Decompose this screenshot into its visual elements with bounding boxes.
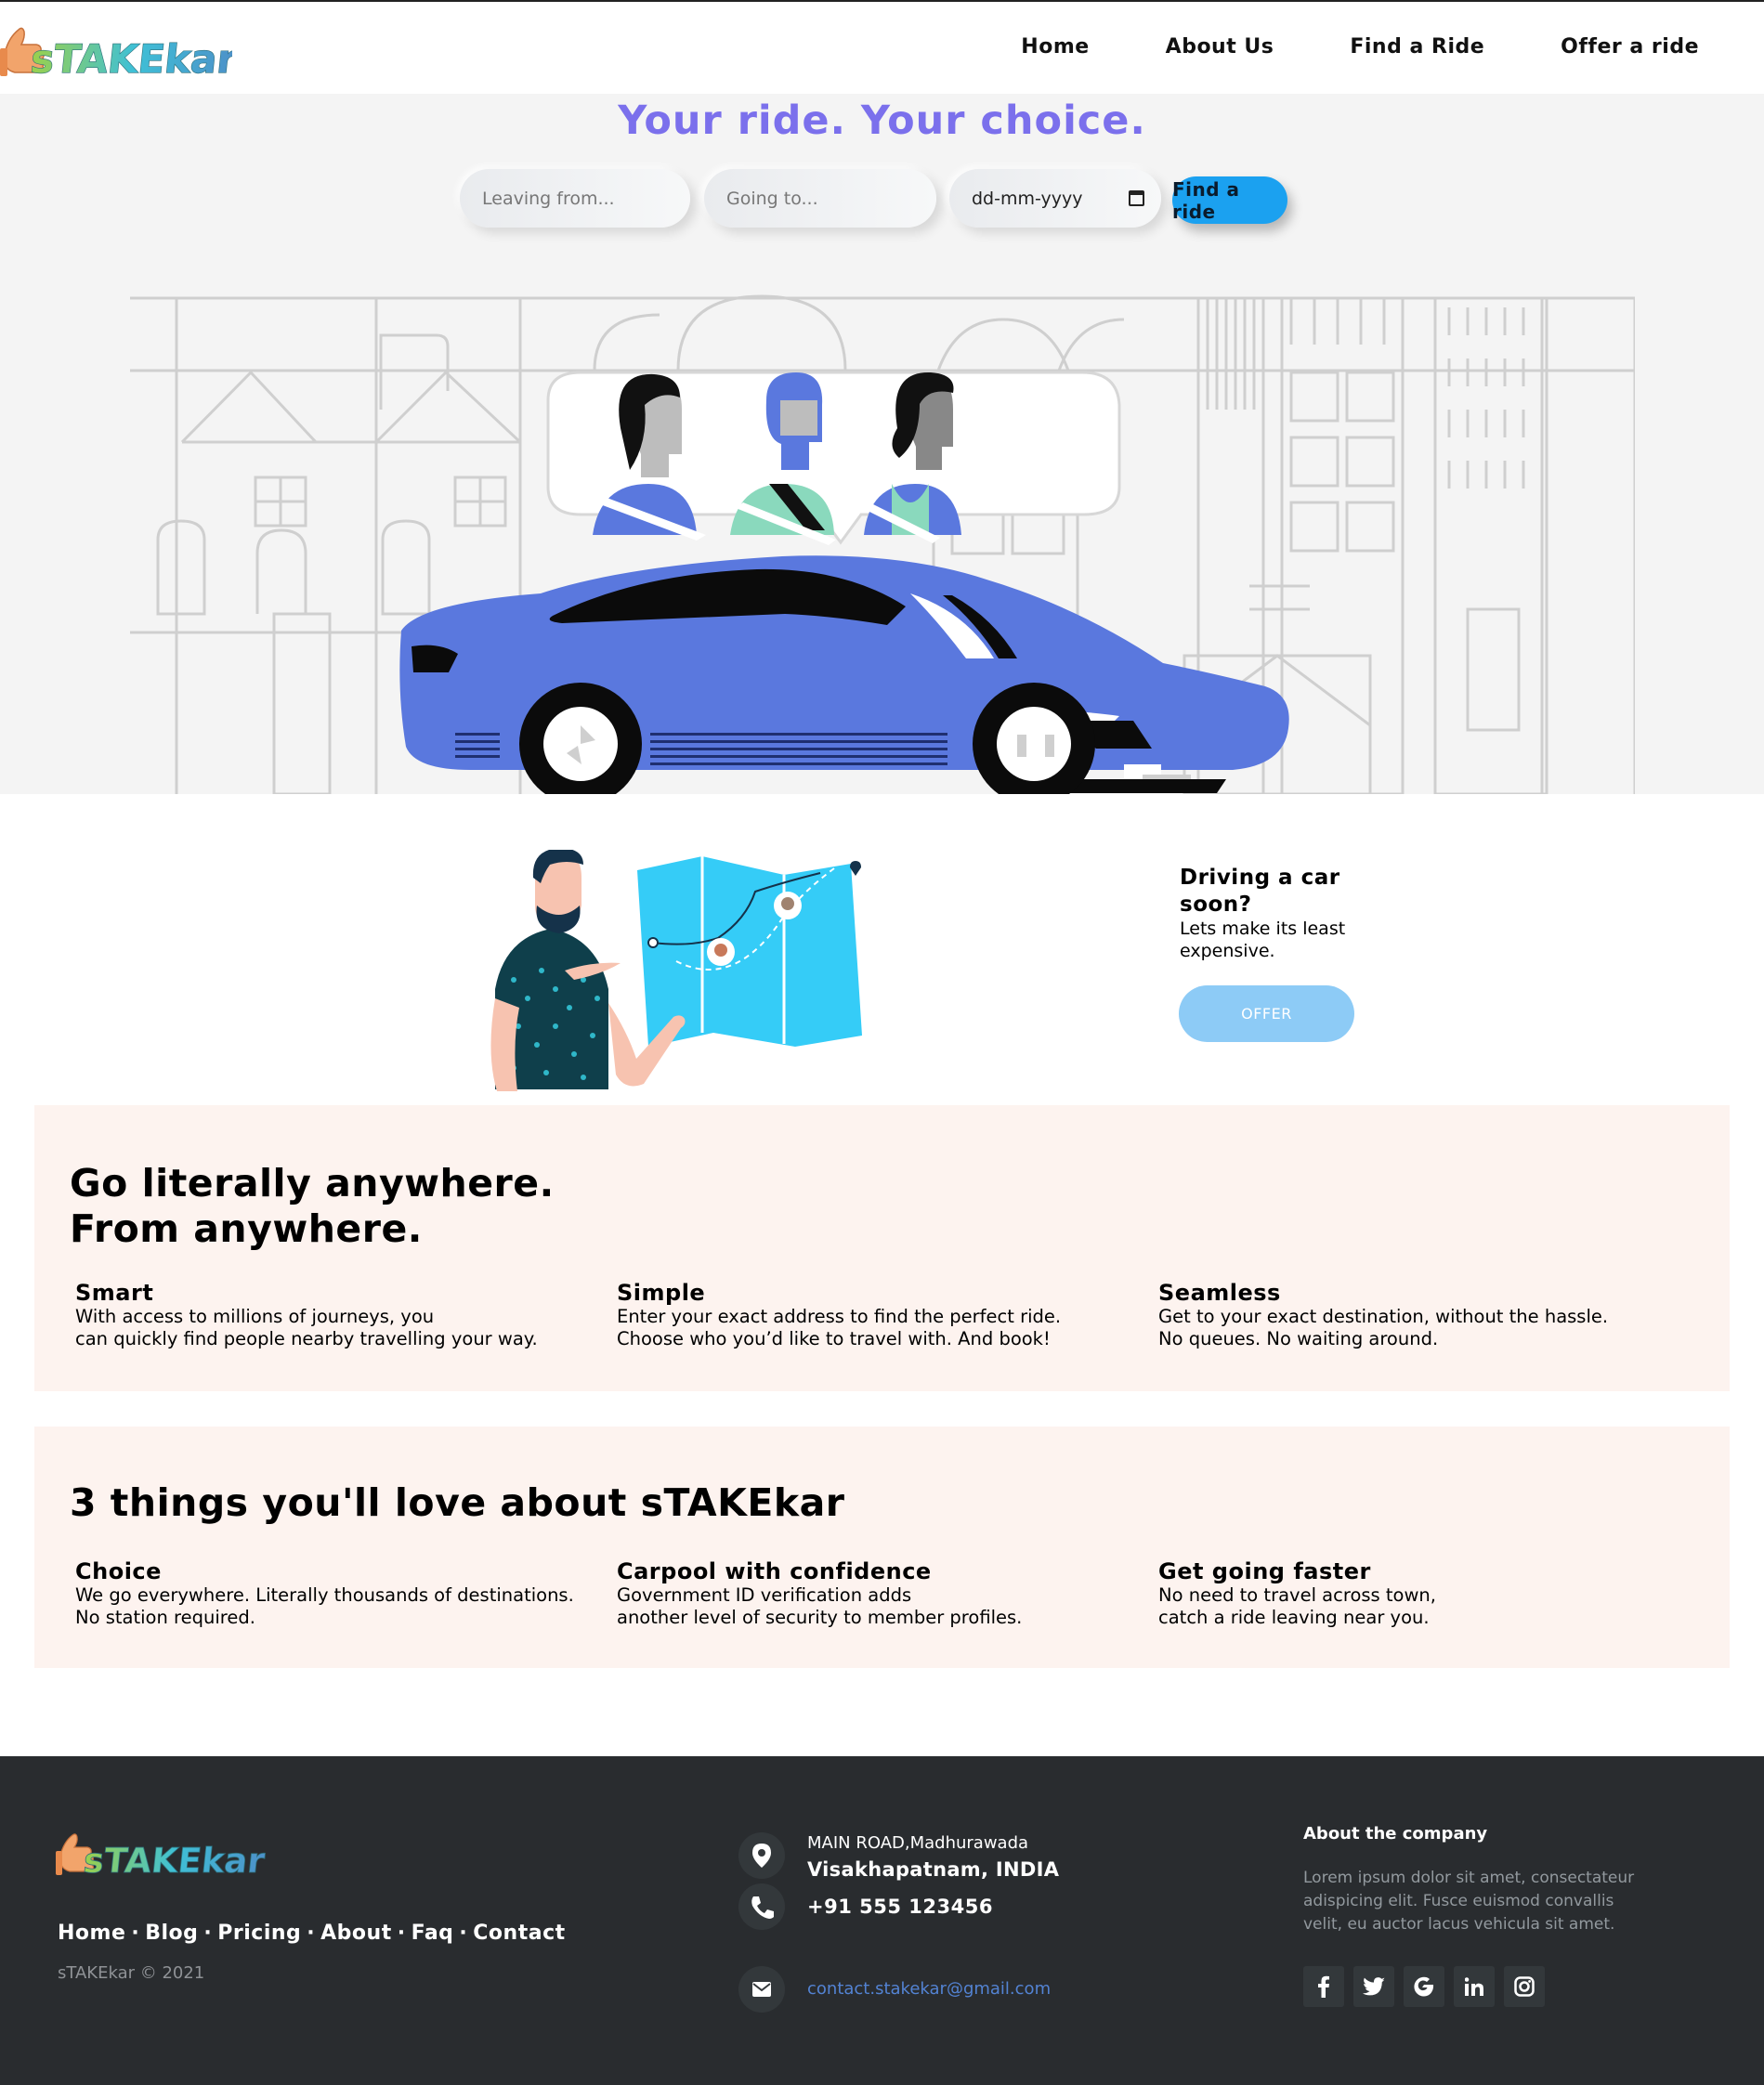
leaving-from-placeholder: Leaving from... <box>482 188 615 209</box>
feature-text-line: Enter your exact address to find the per… <box>617 1306 1062 1327</box>
footer-link-home[interactable]: Home <box>58 1922 125 1945</box>
link-separator: · <box>397 1922 406 1945</box>
footer: sTAKEkar Home · Blog · Pricing · About · Faq · Con… <box>0 1756 1764 2085</box>
hero-car-illustration <box>130 294 1635 794</box>
go-anywhere-heading: Go literally anywhere. From anywhere. <box>70 1161 555 1252</box>
hero-section: Your ride. Your choice. Leaving from... … <box>0 94 1764 794</box>
find-ride-button[interactable]: Find a ride <box>1172 176 1287 224</box>
heading-line-2: From anywhere. <box>70 1206 423 1251</box>
email-link[interactable]: contact.stakekar@gmail.com <box>807 1979 1051 1999</box>
phone-number: +91 555 123456 <box>807 1896 993 1918</box>
feature-text-line: No station required. <box>75 1607 255 1628</box>
feature-text-line: Government ID verification adds <box>617 1584 912 1606</box>
leaving-from-input[interactable]: Leaving from... <box>460 169 690 228</box>
heading-line-1: Go literally anywhere. <box>70 1161 555 1205</box>
feature-title: Get going faster <box>1158 1558 1371 1584</box>
feature-text-line: We go everywhere. Literally thousands of… <box>75 1584 574 1606</box>
feature-title: Carpool with confidence <box>617 1558 932 1584</box>
address-line-1: MAIN ROAD,Madhurawada <box>807 1833 1029 1853</box>
nav-home[interactable]: Home <box>1021 35 1089 59</box>
feature-carpool-confidence: Carpool with confidence Government ID ve… <box>617 1558 1137 1629</box>
instagram-icon[interactable] <box>1504 1966 1545 2007</box>
social-links <box>1303 1966 1545 2007</box>
about-company-text: Lorem ipsum dolor sit amet, consectateur… <box>1303 1869 1635 1934</box>
offer-button[interactable]: OFFER <box>1179 985 1354 1042</box>
footer-link-contact[interactable]: Contact <box>473 1922 565 1945</box>
feature-text-line: No need to travel across town, <box>1158 1584 1436 1606</box>
feature-simple: Simple Enter your exact address to find … <box>617 1280 1137 1350</box>
facebook-icon[interactable] <box>1303 1966 1344 2007</box>
copyright: sTAKEkar © 2021 <box>58 1963 205 1983</box>
going-to-input[interactable]: Going to... <box>704 169 936 228</box>
location-pin-icon <box>738 1832 785 1879</box>
brand-logo[interactable]: sTAKEkar sTAKEkar <box>0 19 232 84</box>
going-to-placeholder: Going to... <box>726 188 818 209</box>
link-separator: · <box>307 1922 316 1945</box>
linkedin-icon[interactable] <box>1454 1966 1495 2007</box>
link-separator: · <box>203 1922 213 1945</box>
nav-menu: Home About Us Find a Ride Offer a ride <box>1021 35 1699 59</box>
footer-links: Home · Blog · Pricing · About · Faq · Contact <box>58 1922 566 1945</box>
nav-offer-a-ride[interactable]: Offer a ride <box>1561 35 1699 59</box>
envelope-icon <box>738 1966 785 2013</box>
feature-get-going-faster: Get going faster No need to travel acros… <box>1158 1558 1679 1629</box>
feature-title: Smart <box>75 1280 154 1306</box>
footer-link-pricing[interactable]: Pricing <box>217 1922 301 1945</box>
calendar-icon[interactable] <box>1129 190 1144 206</box>
map-guide-illustration <box>490 850 862 1091</box>
feature-text-line: another level of security to member prof… <box>617 1607 1023 1628</box>
offer-title: Driving a car soon? <box>1180 866 1340 917</box>
feature-choice: Choice We go everywhere. Literally thous… <box>75 1558 595 1629</box>
footer-brand-logo[interactable]: sTAKEkar <box>56 1826 269 1882</box>
navbar: sTAKEkar sTAKEkar Home About Us Find a R… <box>0 2 1764 94</box>
feature-text-line: Get to your exact destination, without t… <box>1158 1306 1609 1327</box>
footer-link-blog[interactable]: Blog <box>145 1922 198 1945</box>
feature-text-line: No queues. No waiting around. <box>1158 1328 1439 1349</box>
feature-title: Seamless <box>1158 1280 1281 1306</box>
feature-title: Choice <box>75 1558 162 1584</box>
link-separator: · <box>459 1922 468 1945</box>
feature-seamless: Seamless Get to your exact destination, … <box>1158 1280 1679 1350</box>
feature-title: Simple <box>617 1280 706 1306</box>
twitter-icon[interactable] <box>1353 1966 1394 2007</box>
go-anywhere-section: Go literally anywhere. From anywhere. Sm… <box>34 1105 1730 1391</box>
feature-text-line: can quickly find people nearby travellin… <box>75 1328 538 1349</box>
google-icon[interactable] <box>1404 1966 1444 2007</box>
hero-title: Your ride. Your choice. <box>618 98 1146 144</box>
link-separator: · <box>131 1922 140 1945</box>
nav-about-us[interactable]: About Us <box>1166 35 1274 59</box>
feature-text-line: Choose who you’d like to travel with. An… <box>617 1328 1051 1349</box>
about-company-title: About the company <box>1303 1824 1488 1844</box>
svg-text:sTAKEkar: sTAKEkar <box>29 36 232 82</box>
love-about-heading: 3 things you'll love about sTAKEkar <box>70 1480 845 1525</box>
offer-subtitle: Lets make its least expensive. <box>1180 919 1346 961</box>
date-input[interactable]: dd-mm-yyyy <box>949 169 1161 228</box>
phone-icon <box>738 1883 785 1930</box>
feature-text-line: catch a ride leaving near you. <box>1158 1607 1430 1628</box>
svg-text:sTAKEkar: sTAKEkar <box>82 1841 268 1881</box>
feature-smart: Smart With access to millions of journey… <box>75 1280 595 1350</box>
love-about-section: 3 things you'll love about sTAKEkar Choi… <box>34 1427 1730 1668</box>
nav-find-a-ride[interactable]: Find a Ride <box>1350 35 1484 59</box>
feature-text-line: With access to millions of journeys, you <box>75 1306 435 1327</box>
footer-link-about[interactable]: About <box>320 1922 392 1945</box>
address-line-2: Visakhapatnam, INDIA <box>807 1858 1060 1881</box>
footer-link-faq[interactable]: Faq <box>412 1922 454 1945</box>
date-placeholder: dd-mm-yyyy <box>972 188 1083 209</box>
